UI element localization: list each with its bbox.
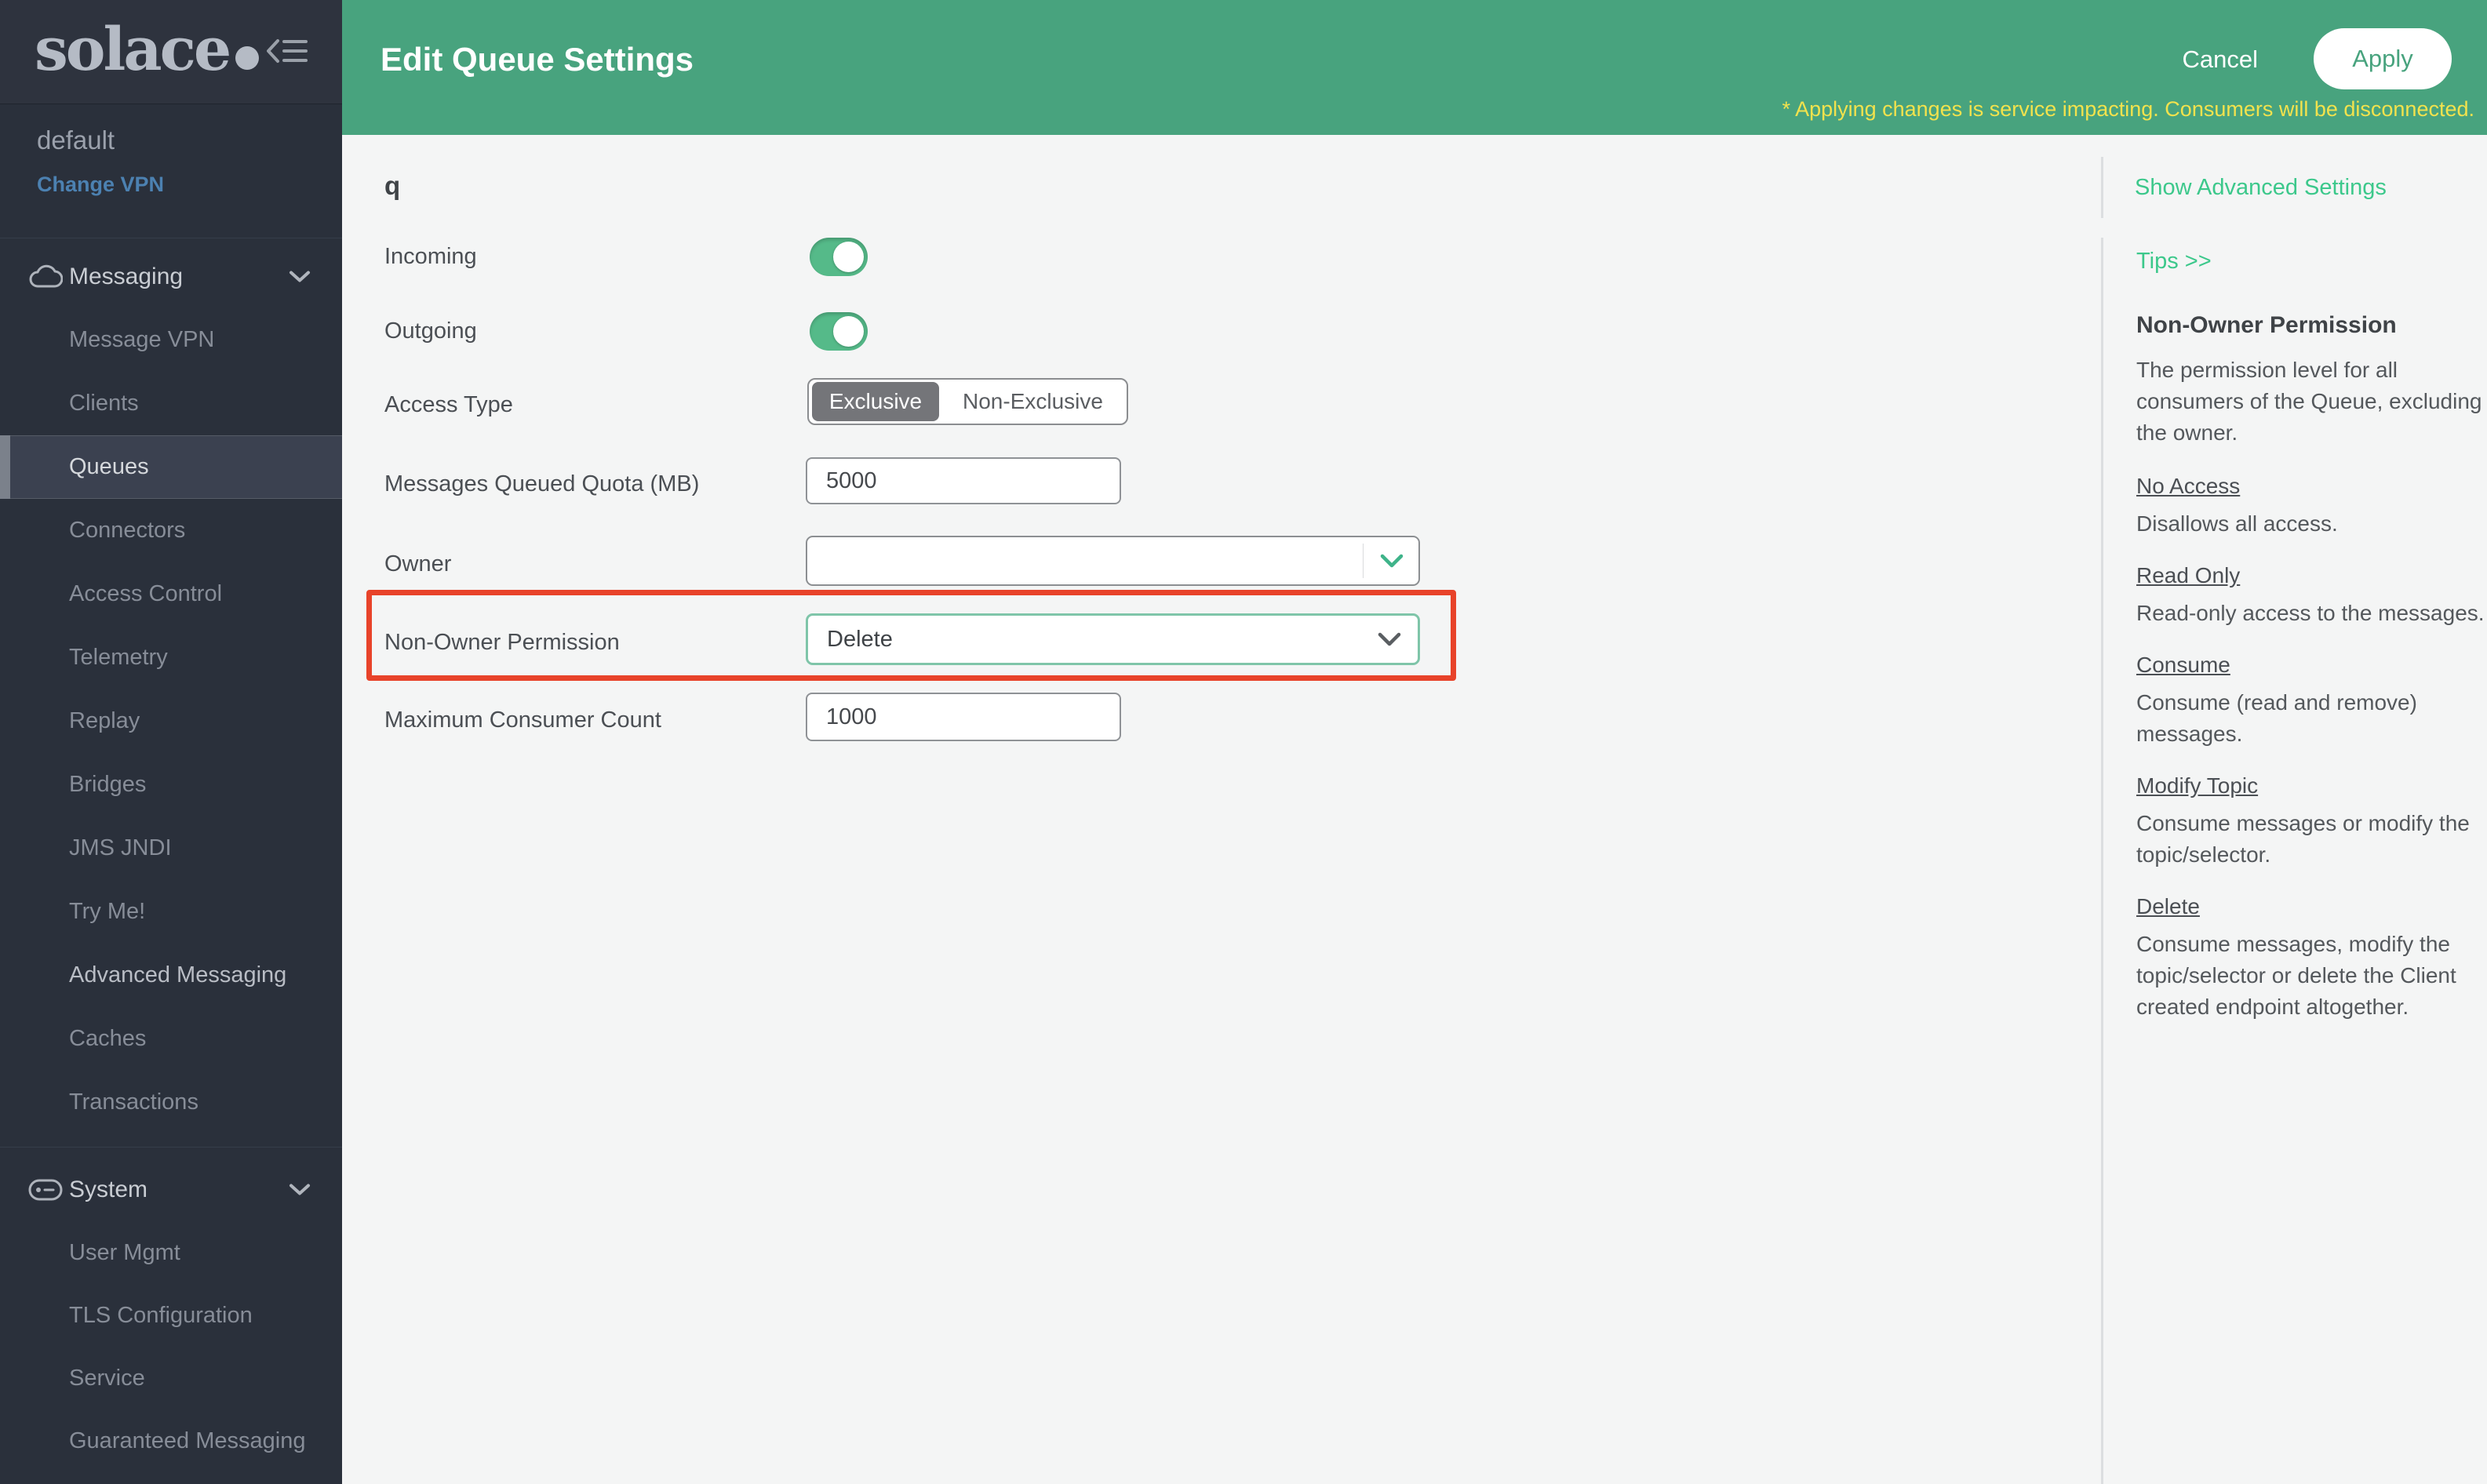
solace-logo: solace bbox=[35, 14, 259, 84]
queue-name: q bbox=[384, 171, 400, 201]
sidebar-section-label: Messaging bbox=[0, 264, 183, 290]
access-type-exclusive[interactable]: Exclusive bbox=[812, 382, 939, 421]
chevron-down-icon bbox=[289, 1184, 311, 1197]
show-advanced-settings-link[interactable]: Show Advanced Settings bbox=[2135, 175, 2387, 201]
cloud-icon bbox=[28, 264, 63, 289]
tips-term-consume: Consume bbox=[2136, 653, 2487, 678]
tips-link[interactable]: Tips >> bbox=[2136, 249, 2212, 275]
non-owner-permission-value: Delete bbox=[808, 627, 1377, 653]
sidebar-collapse-icon[interactable] bbox=[267, 35, 308, 67]
change-vpn-link[interactable]: Change VPN bbox=[37, 173, 164, 197]
tips-term-no-access: No Access bbox=[2136, 474, 2487, 499]
tips-desc-read-only: Read-only access to the messages. bbox=[2136, 598, 2487, 629]
page-title: Edit Queue Settings bbox=[381, 41, 694, 78]
tips-term-delete: Delete bbox=[2136, 894, 2487, 919]
select-separator bbox=[1363, 544, 1364, 578]
quota-input[interactable] bbox=[806, 457, 1121, 504]
sidebar-item-message-vpn[interactable]: Message VPN bbox=[0, 308, 342, 372]
sidebar-item-tls-configuration[interactable]: TLS Configuration bbox=[0, 1284, 342, 1347]
non-owner-permission-select[interactable]: Delete bbox=[806, 613, 1420, 665]
incoming-toggle[interactable] bbox=[810, 238, 868, 276]
apply-button[interactable]: Apply bbox=[2314, 28, 2452, 89]
tips-desc-delete: Consume messages, modify the topic/selec… bbox=[2136, 929, 2487, 1023]
sidebar-divider bbox=[0, 1147, 342, 1148]
non-owner-permission-label: Non-Owner Permission bbox=[384, 627, 620, 657]
advanced-settings-box: Show Advanced Settings bbox=[2101, 157, 2387, 218]
sidebar-section-messaging[interactable]: Messaging bbox=[0, 245, 342, 308]
service-impact-warning: * Applying changes is service impacting.… bbox=[1782, 97, 2474, 122]
access-type-non-exclusive[interactable]: Non-Exclusive bbox=[939, 389, 1127, 414]
max-consumer-count-label: Maximum Consumer Count bbox=[384, 705, 661, 735]
sidebar-menu: Messaging Message VPN Clients Queues Con… bbox=[0, 245, 342, 1472]
sidebar-item-caches[interactable]: Caches bbox=[0, 1007, 342, 1071]
tips-desc-consume: Consume (read and remove) messages. bbox=[2136, 687, 2487, 750]
sidebar-item-service[interactable]: Service bbox=[0, 1347, 342, 1409]
logo-band: solace bbox=[0, 0, 342, 104]
cancel-button[interactable]: Cancel bbox=[2183, 45, 2259, 74]
sidebar-item-clients[interactable]: Clients bbox=[0, 372, 342, 435]
logo-text: solace bbox=[35, 14, 229, 84]
tips-intro: The permission level for all consumers o… bbox=[2136, 355, 2487, 449]
tips-term-read-only: Read Only bbox=[2136, 563, 2487, 588]
logo-dot bbox=[235, 46, 259, 70]
queue-settings-form: q Incoming Outgoing Access Type Exclusiv… bbox=[342, 135, 2103, 1484]
sidebar-item-user-mgmt[interactable]: User Mgmt bbox=[0, 1221, 342, 1284]
tips-panel: Tips >> Non-Owner Permission The permiss… bbox=[2101, 238, 2478, 1484]
outgoing-toggle[interactable] bbox=[810, 312, 868, 351]
tips-entries: No Access Disallows all access. Read Onl… bbox=[2136, 474, 2487, 1023]
tips-heading: Non-Owner Permission bbox=[2136, 312, 2478, 339]
toggle-knob bbox=[833, 242, 864, 272]
sidebar-item-replay[interactable]: Replay bbox=[0, 689, 342, 753]
vpn-name: default bbox=[37, 125, 115, 155]
sidebar-section-label: System bbox=[0, 1177, 147, 1203]
edit-queue-header: Edit Queue Settings Cancel Apply * Apply… bbox=[342, 0, 2487, 135]
owner-label: Owner bbox=[384, 549, 451, 579]
sidebar-item-try-me[interactable]: Try Me! bbox=[0, 880, 342, 944]
max-consumer-count-input[interactable] bbox=[806, 693, 1121, 741]
tips-desc-no-access: Disallows all access. bbox=[2136, 508, 2487, 540]
incoming-label: Incoming bbox=[384, 242, 477, 271]
outgoing-label: Outgoing bbox=[384, 316, 477, 346]
chevron-down-icon bbox=[1379, 553, 1404, 569]
quota-label: Messages Queued Quota (MB) bbox=[384, 469, 699, 499]
chevron-down-icon bbox=[1377, 631, 1402, 647]
access-type-control: Exclusive Non-Exclusive bbox=[807, 378, 1128, 425]
sidebar-item-bridges[interactable]: Bridges bbox=[0, 753, 342, 817]
toggle-knob bbox=[833, 316, 864, 347]
owner-select[interactable] bbox=[806, 536, 1420, 586]
tips-desc-modify-topic: Consume messages or modify the topic/sel… bbox=[2136, 808, 2487, 871]
access-type-label: Access Type bbox=[384, 390, 513, 420]
sidebar-section-system[interactable]: System bbox=[0, 1158, 342, 1221]
sidebar-item-queues[interactable]: Queues bbox=[0, 435, 342, 499]
vpn-block: default Change VPN bbox=[0, 105, 342, 238]
sidebar-item-connectors[interactable]: Connectors bbox=[0, 499, 342, 562]
sidebar-item-guaranteed-messaging[interactable]: Guaranteed Messaging bbox=[0, 1409, 342, 1472]
chevron-down-icon bbox=[289, 270, 311, 283]
tips-term-modify-topic: Modify Topic bbox=[2136, 773, 2487, 798]
sidebar-item-jms-jndi[interactable]: JMS JNDI bbox=[0, 817, 342, 880]
sidebar-item-transactions[interactable]: Transactions bbox=[0, 1071, 342, 1134]
sidebar: solace default Change VPN Messaging bbox=[0, 0, 342, 1484]
system-icon bbox=[28, 1179, 63, 1201]
sidebar-item-telemetry[interactable]: Telemetry bbox=[0, 626, 342, 689]
sidebar-item-access-control[interactable]: Access Control bbox=[0, 562, 342, 626]
sidebar-item-advanced-messaging[interactable]: Advanced Messaging bbox=[0, 944, 342, 1007]
